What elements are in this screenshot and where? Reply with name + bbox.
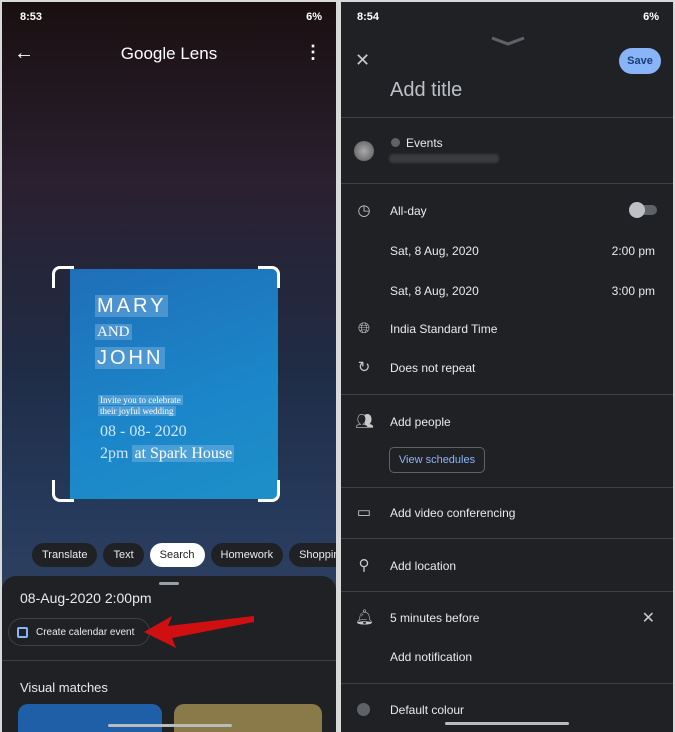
- collapse-chevron-icon[interactable]: [491, 36, 525, 46]
- google-lens-screen: 8:53 6% ← Google Lens ⋮ MARY AND JOHN In…: [2, 2, 336, 732]
- repeat-icon: ↻: [357, 359, 371, 376]
- save-button[interactable]: Save: [619, 48, 661, 74]
- clock-icon: ◷: [357, 202, 371, 219]
- crop-corner[interactable]: [52, 266, 74, 288]
- card-text[interactable]: JOHN: [95, 347, 166, 369]
- calendar-name[interactable]: Events: [406, 136, 443, 150]
- app-title: Google Lens: [120, 44, 218, 63]
- status-time: 8:53: [20, 11, 43, 23]
- battery-level: 6%: [643, 11, 659, 23]
- default-colour[interactable]: Default colour: [390, 703, 464, 717]
- calendar-icon: [17, 626, 28, 638]
- chip-search[interactable]: Search: [149, 543, 205, 567]
- colour-dot-icon: [357, 703, 370, 716]
- detected-datetime: 08-Aug-2020 2:00pm: [20, 590, 152, 606]
- all-day-label: All-day: [390, 204, 427, 218]
- location-pin-icon: ⚲: [358, 557, 370, 574]
- add-video-conferencing[interactable]: Add video conferencing: [390, 506, 515, 520]
- visual-match-thumbnail[interactable]: [18, 704, 162, 732]
- remove-notification-icon[interactable]: ✕: [642, 608, 655, 628]
- start-date[interactable]: Sat, 8 Aug, 2020: [390, 244, 479, 258]
- create-calendar-event-button[interactable]: Create calendar event: [8, 618, 150, 646]
- card-text[interactable]: AND: [95, 324, 132, 340]
- end-date[interactable]: Sat, 8 Aug, 2020: [390, 284, 479, 298]
- red-arrow-annotation: [144, 616, 254, 648]
- drag-handle[interactable]: [159, 582, 179, 585]
- battery-level: 6%: [306, 11, 322, 23]
- crop-corner[interactable]: [52, 480, 74, 502]
- card-text[interactable]: their joyful wedding: [98, 406, 176, 416]
- mode-chips: Translate Text Search Homework Shopping: [32, 543, 336, 567]
- calendar-event-screen: 8:54 6% ✕ Save Add title Events ◷ All-da…: [341, 2, 673, 732]
- people-icon: 👥︎: [355, 413, 375, 430]
- chip-translate[interactable]: Translate: [32, 543, 98, 567]
- status-time: 8:54: [357, 11, 380, 23]
- results-sheet: 08-Aug-2020 2:00pm Create calendar event…: [2, 576, 336, 732]
- crop-corner[interactable]: [258, 266, 280, 288]
- notification[interactable]: 5 minutes before: [390, 611, 479, 625]
- timezone[interactable]: India Standard Time: [390, 322, 497, 336]
- gesture-bar: [108, 724, 232, 727]
- chip-text[interactable]: Text: [103, 543, 144, 567]
- bell-icon: 🔔︎: [355, 609, 375, 626]
- end-time[interactable]: 3:00 pm: [612, 284, 655, 298]
- card-text[interactable]: MARY: [95, 295, 169, 317]
- add-people[interactable]: Add people: [390, 415, 451, 429]
- button-label: Create calendar event: [36, 626, 135, 638]
- account-email-blurred: [389, 154, 499, 163]
- avatar: [354, 141, 374, 161]
- visual-match-thumbnail[interactable]: [174, 704, 322, 732]
- card-date[interactable]: 08 - 08- 2020: [100, 423, 187, 441]
- globe-icon: 🌐︎: [357, 320, 370, 337]
- title-input[interactable]: Add title: [390, 79, 462, 102]
- close-icon[interactable]: ✕: [355, 50, 370, 71]
- video-icon: ▭: [356, 504, 372, 521]
- view-schedules-button[interactable]: View schedules: [389, 447, 485, 473]
- crop-corner[interactable]: [258, 480, 280, 502]
- invitation-card: MARY AND JOHN Invite you to celebrate the…: [70, 269, 278, 499]
- start-time[interactable]: 2:00 pm: [612, 244, 655, 258]
- visual-matches-heading: Visual matches: [20, 680, 108, 695]
- gesture-bar: [445, 722, 569, 725]
- card-place[interactable]: at Spark House: [132, 445, 235, 462]
- add-location[interactable]: Add location: [390, 559, 456, 573]
- all-day-toggle[interactable]: [629, 202, 657, 218]
- repeat-option[interactable]: Does not repeat: [390, 361, 475, 375]
- chip-shopping[interactable]: Shopping: [289, 543, 336, 567]
- chip-homework[interactable]: Homework: [210, 543, 284, 567]
- card-time[interactable]: 2pm: [100, 445, 128, 462]
- add-notification[interactable]: Add notification: [390, 650, 472, 664]
- calendar-color-dot: [391, 138, 400, 147]
- more-vert-icon[interactable]: ⋮: [304, 42, 322, 63]
- card-text[interactable]: Invite you to celebrate: [98, 395, 183, 405]
